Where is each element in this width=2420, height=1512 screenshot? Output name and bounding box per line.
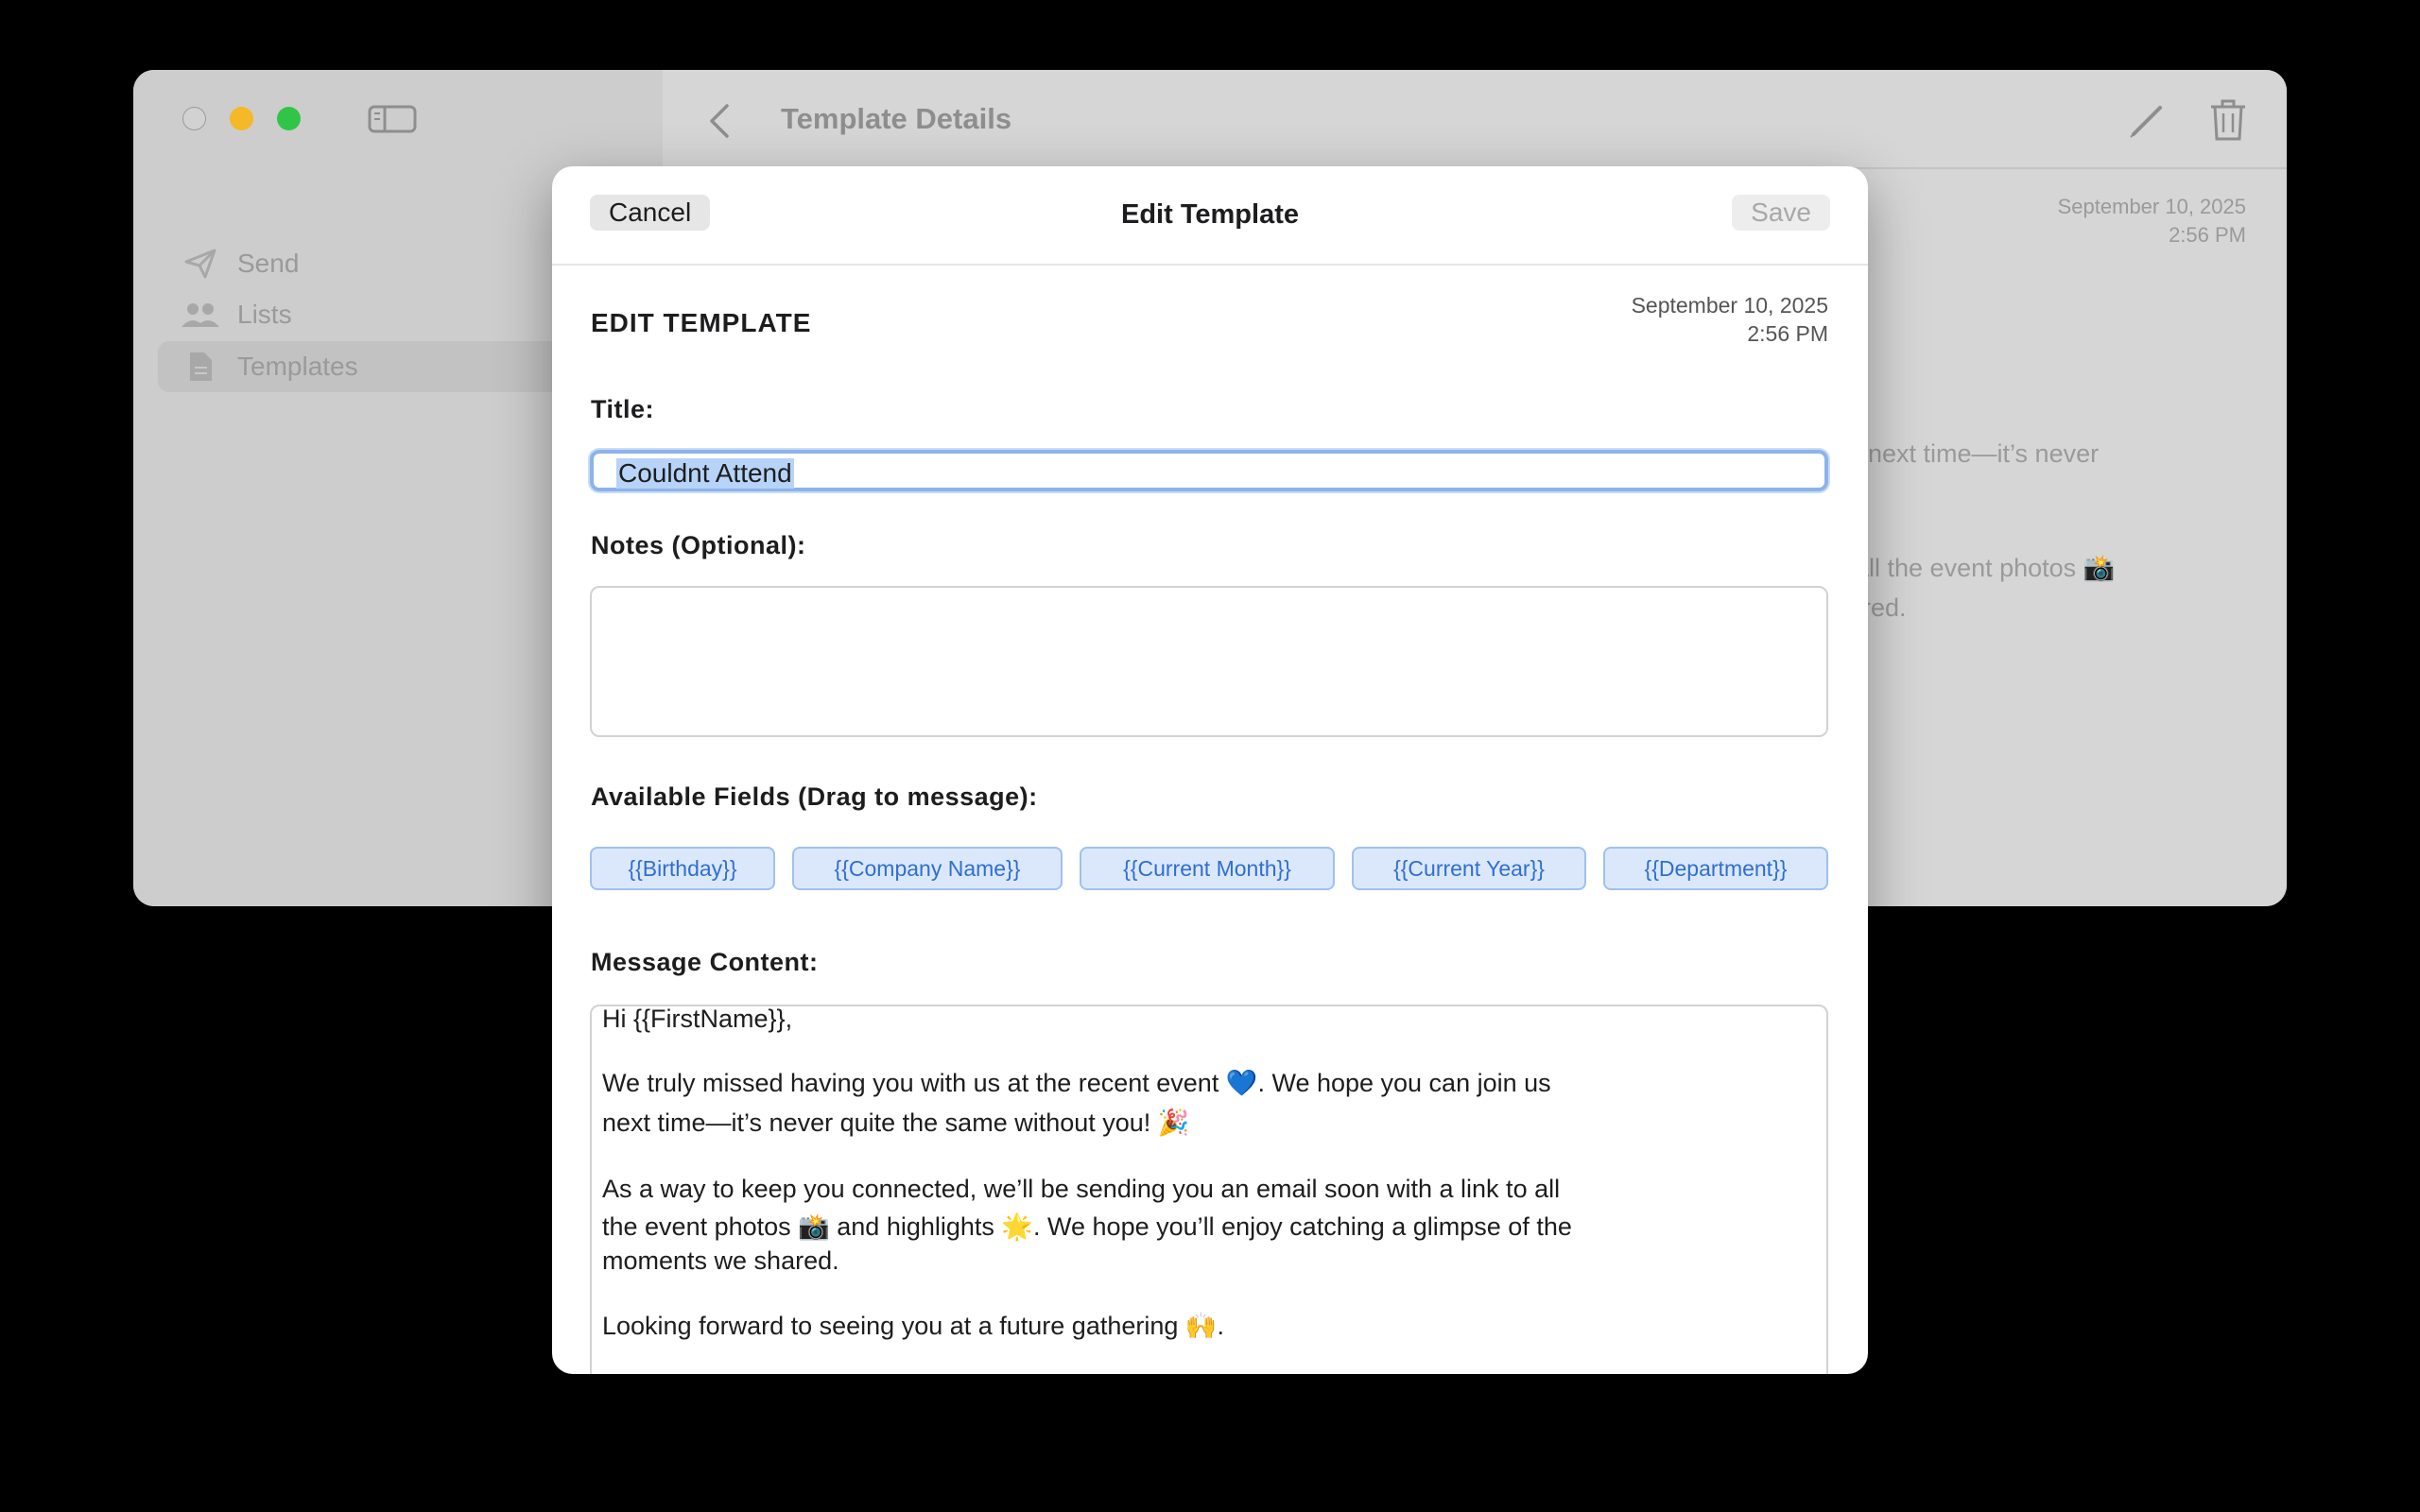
available-fields-label: Available Fields (Drag to message): bbox=[591, 782, 1038, 811]
preview-text: all the event photos 📸 bbox=[1855, 554, 2116, 582]
document-icon bbox=[181, 351, 220, 383]
sidebar-item-label: Templates bbox=[237, 352, 358, 381]
field-chip-department[interactable]: {{Department}} bbox=[1603, 847, 1828, 890]
sidebar-item-label: Send bbox=[237, 249, 300, 278]
back-chevron-icon[interactable] bbox=[708, 102, 731, 140]
message-content-label: Message Content: bbox=[591, 948, 819, 976]
field-chip-current-year[interactable]: {{Current Year}} bbox=[1352, 847, 1586, 890]
message-line: As a way to keep you connected, we’ll be… bbox=[602, 1175, 1561, 1203]
notes-field[interactable] bbox=[590, 586, 1828, 737]
people-icon bbox=[181, 299, 220, 331]
message-line: We truly missed having you with us at th… bbox=[602, 1069, 1551, 1097]
template-date: September 10, 2025 2:56 PM bbox=[1631, 293, 1828, 346]
title-field[interactable]: Couldnt Attend bbox=[590, 450, 1828, 491]
message-line: moments we shared. bbox=[602, 1246, 839, 1275]
field-chip-company-name[interactable]: {{Company Name}} bbox=[792, 847, 1063, 890]
message-line: the event photos 📸 and highlights 🌟. We … bbox=[602, 1212, 1572, 1241]
sidebar-item-label: Lists bbox=[237, 300, 292, 329]
title-label: Title: bbox=[591, 395, 655, 423]
preview-text: s next time—it’s never bbox=[1848, 439, 2100, 468]
preview-text: red. bbox=[1862, 593, 1907, 622]
title-field-value: Couldnt Attend bbox=[616, 458, 794, 489]
paper-plane-icon bbox=[181, 248, 220, 280]
sheet-header: Cancel Edit Template Save bbox=[552, 166, 1868, 266]
save-button[interactable]: Save bbox=[1732, 195, 1830, 231]
notes-label: Notes (Optional): bbox=[591, 531, 806, 559]
edit-pencil-icon[interactable] bbox=[2128, 102, 2166, 140]
zoom-window-button[interactable] bbox=[277, 107, 301, 130]
trash-icon[interactable] bbox=[2209, 98, 2247, 142]
minimize-window-button[interactable] bbox=[230, 107, 253, 130]
sidebar-toggle-icon[interactable] bbox=[368, 105, 417, 133]
close-window-button[interactable] bbox=[182, 107, 206, 130]
page-title: Template Details bbox=[781, 102, 1012, 135]
field-chip-current-month[interactable]: {{Current Month}} bbox=[1080, 847, 1335, 890]
sheet-title: Edit Template bbox=[1121, 199, 1299, 230]
message-line: Looking forward to seeing you at a futur… bbox=[602, 1312, 1225, 1340]
detail-date: September 10, 2025 2:56 PM bbox=[2057, 195, 2246, 247]
message-line: Hi {{FirstName}}, bbox=[602, 1005, 793, 1033]
detail-titlebar: Template Details bbox=[663, 70, 2287, 169]
message-line: next time—it’s never quite the same with… bbox=[602, 1108, 1190, 1137]
field-chip-birthday[interactable]: {{Birthday}} bbox=[590, 847, 775, 890]
section-heading: EDIT TEMPLATE bbox=[591, 308, 812, 337]
